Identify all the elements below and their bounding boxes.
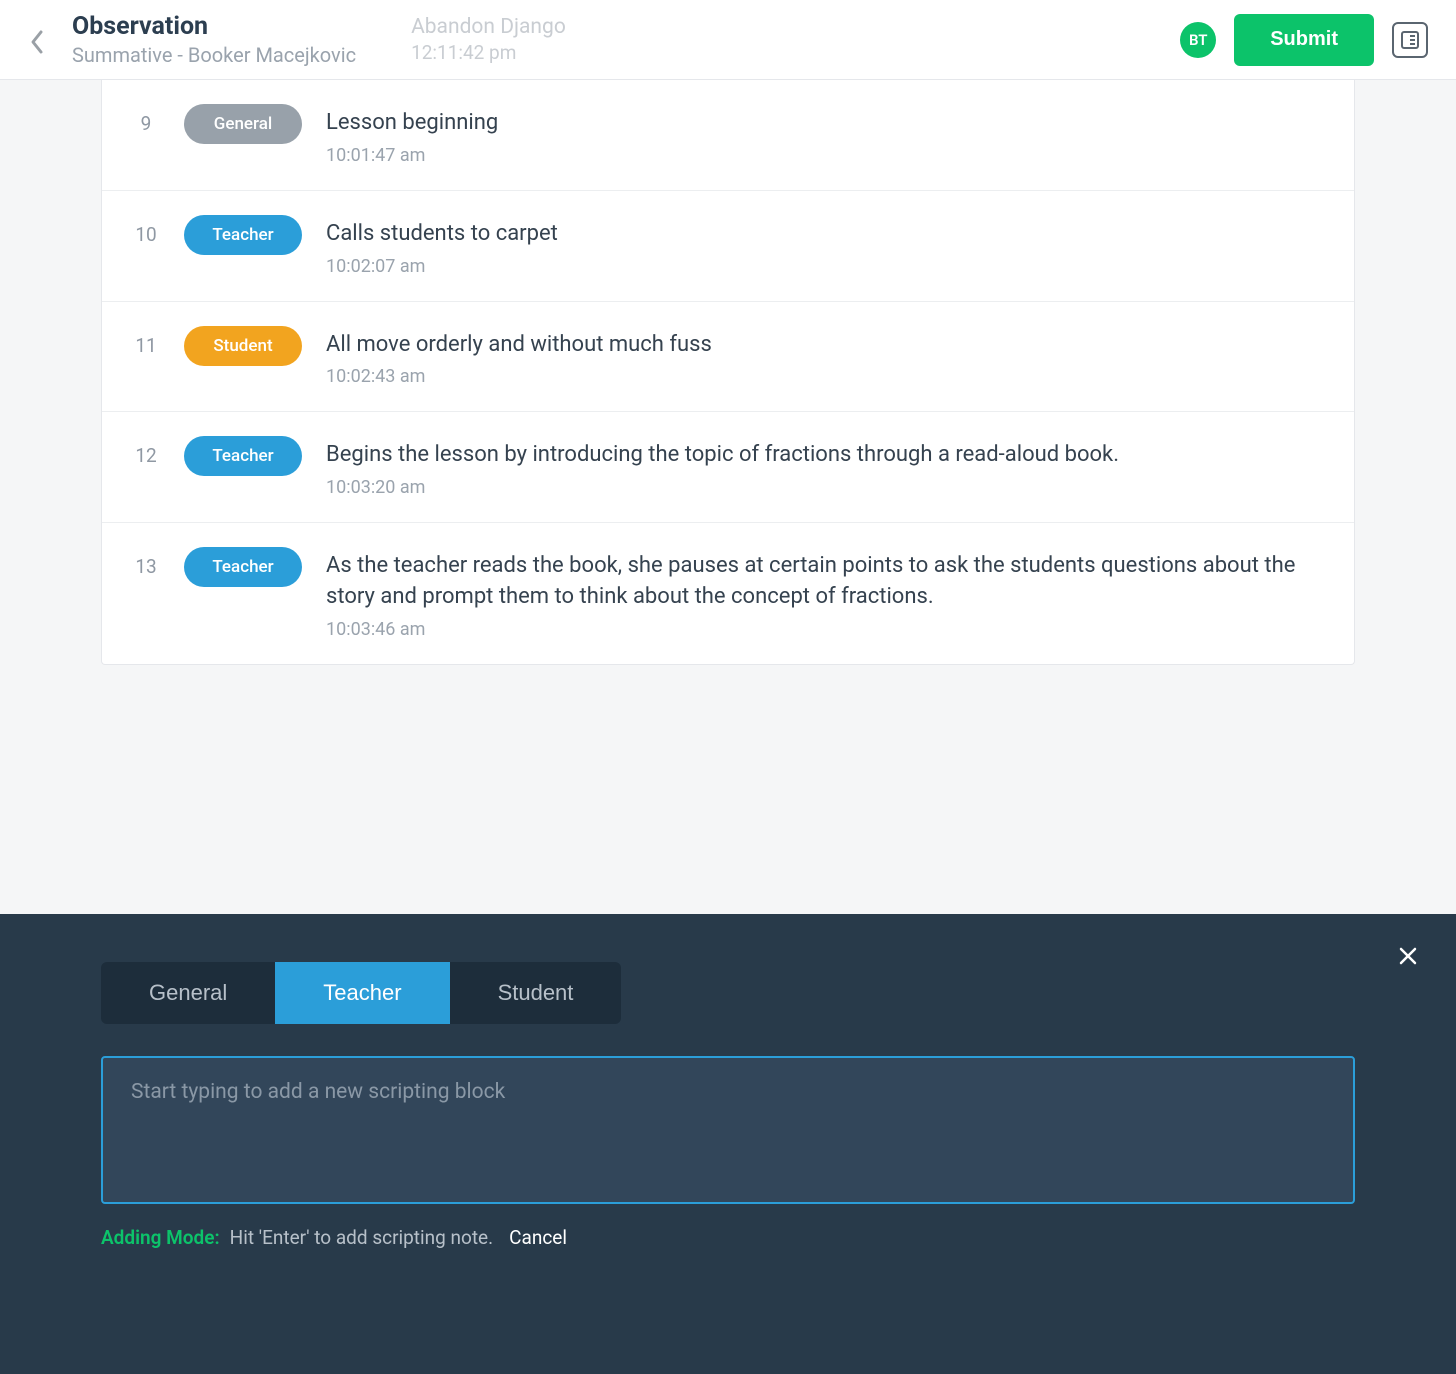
- note-tag[interactable]: Student: [184, 326, 302, 366]
- note-time: 10:03:46 am: [326, 619, 1330, 640]
- note-text: All move orderly and without much fuss: [326, 330, 1330, 361]
- note-row[interactable]: 11 Student All move orderly and without …: [102, 301, 1354, 412]
- mode-line: Adding Mode: Hit 'Enter' to add scriptin…: [101, 1226, 1355, 1249]
- close-drawer-button[interactable]: [1398, 944, 1418, 972]
- avatar[interactable]: BT: [1180, 22, 1216, 58]
- note-body: Calls students to carpet 10:02:07 am: [326, 215, 1330, 277]
- tab-general[interactable]: General: [101, 962, 275, 1024]
- note-tag[interactable]: Teacher: [184, 547, 302, 587]
- note-text: As the teacher reads the book, she pause…: [326, 551, 1330, 613]
- note-body: Lesson beginning 10:01:47 am: [326, 104, 1330, 166]
- page-header: Observation Summative - Booker Macejkovi…: [0, 0, 1456, 80]
- note-body: As the teacher reads the book, she pause…: [326, 547, 1330, 640]
- tab-student[interactable]: Student: [450, 962, 622, 1024]
- cancel-link[interactable]: Cancel: [509, 1226, 567, 1249]
- note-time: 10:03:20 am: [326, 477, 1330, 498]
- note-tag[interactable]: General: [184, 104, 302, 144]
- close-icon: [1398, 946, 1418, 966]
- note-tag[interactable]: Teacher: [184, 215, 302, 255]
- note-text: Calls students to carpet: [326, 219, 1330, 250]
- page-title: Observation: [72, 12, 356, 42]
- mode-hint: Hit 'Enter' to add scripting note.: [230, 1226, 494, 1249]
- note-time: 10:01:47 am: [326, 145, 1330, 166]
- note-text: Begins the lesson by introducing the top…: [326, 440, 1330, 471]
- page-subtitle: Summative - Booker Macejkovic: [72, 42, 356, 68]
- main-content: 9 General Lesson beginning 10:01:47 am 1…: [0, 80, 1456, 665]
- side-panel-toggle[interactable]: [1392, 22, 1428, 58]
- chevron-left-icon: [28, 28, 46, 56]
- back-button[interactable]: [28, 28, 52, 52]
- title-block: Observation Summative - Booker Macejkovi…: [72, 12, 356, 68]
- note-number: 9: [132, 104, 160, 135]
- note-text: Lesson beginning: [326, 108, 1330, 139]
- tab-teacher[interactable]: Teacher: [275, 962, 449, 1024]
- previous-note-preview: Abandon Django 12:11:42 pm: [411, 15, 566, 64]
- note-time: 10:02:43 am: [326, 366, 1330, 387]
- note-number: 11: [132, 326, 160, 357]
- note-row[interactable]: 13 Teacher As the teacher reads the book…: [102, 522, 1354, 664]
- note-row[interactable]: 9 General Lesson beginning 10:01:47 am: [102, 80, 1354, 190]
- note-number: 13: [132, 547, 160, 578]
- note-time: 10:02:07 am: [326, 256, 1330, 277]
- previous-note-text: Abandon Django: [411, 15, 566, 39]
- scripting-drawer: General Teacher Student Adding Mode: Hit…: [0, 914, 1456, 1374]
- note-number: 12: [132, 436, 160, 467]
- note-row[interactable]: 12 Teacher Begins the lesson by introduc…: [102, 411, 1354, 522]
- note-body: Begins the lesson by introducing the top…: [326, 436, 1330, 498]
- note-row[interactable]: 10 Teacher Calls students to carpet 10:0…: [102, 190, 1354, 301]
- note-number: 10: [132, 215, 160, 246]
- notes-icon: [1400, 30, 1420, 50]
- note-tag[interactable]: Teacher: [184, 436, 302, 476]
- tag-tabs: General Teacher Student: [101, 962, 1355, 1024]
- previous-note-time: 12:11:42 pm: [411, 41, 566, 64]
- submit-button[interactable]: Submit: [1234, 14, 1374, 66]
- scripting-input[interactable]: [101, 1056, 1355, 1204]
- mode-label: Adding Mode:: [101, 1226, 220, 1249]
- notes-panel: 9 General Lesson beginning 10:01:47 am 1…: [101, 80, 1355, 665]
- note-body: All move orderly and without much fuss 1…: [326, 326, 1330, 388]
